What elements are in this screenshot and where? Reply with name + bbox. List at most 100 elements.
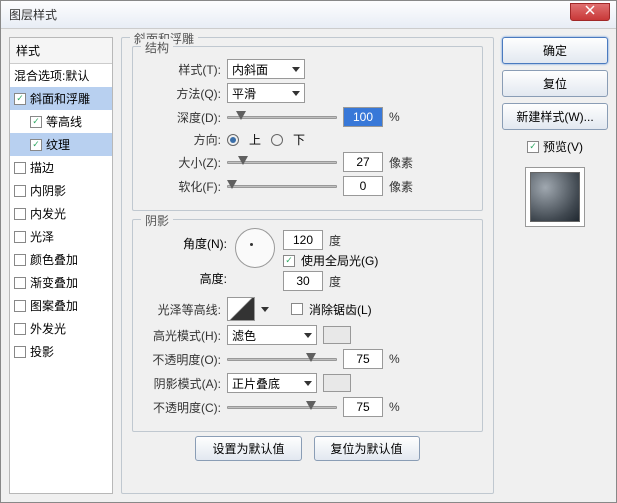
action-panel: 确定 复位 新建样式(W)... ✓ 预览(V): [502, 37, 608, 494]
highlight-opacity-slider[interactable]: [227, 350, 337, 368]
depth-slider[interactable]: [227, 108, 337, 126]
style-item-label: 投影: [30, 343, 54, 360]
highlight-opacity-input[interactable]: 75: [343, 349, 383, 369]
chevron-down-icon: [304, 381, 312, 386]
size-label: 大小(Z):: [143, 154, 221, 171]
styles-header: 样式: [10, 38, 112, 64]
depth-label: 深度(D):: [143, 109, 221, 126]
default-buttons-row: 设置为默认值 复位为默认值: [132, 436, 483, 461]
close-button[interactable]: [570, 3, 610, 21]
up-label: 上: [249, 131, 261, 148]
style-list-item[interactable]: 投影: [10, 340, 112, 363]
style-item-label: 渐变叠加: [30, 274, 78, 291]
style-list-item[interactable]: 光泽: [10, 225, 112, 248]
style-dropdown[interactable]: 内斜面: [227, 59, 305, 79]
style-checkbox[interactable]: [14, 323, 26, 335]
antialias-checkbox[interactable]: [291, 303, 303, 315]
angle-dial[interactable]: [235, 228, 275, 268]
style-checkbox[interactable]: [14, 346, 26, 358]
close-icon: [585, 5, 595, 15]
soften-slider[interactable]: [227, 177, 337, 195]
altitude-input[interactable]: 30: [283, 271, 323, 291]
style-item-label: 混合选项:默认: [14, 67, 89, 84]
settings-panel: 斜面和浮雕 结构 样式(T): 内斜面 方法(Q): 平滑 深度(D): 100: [121, 37, 494, 494]
style-checkbox[interactable]: [14, 162, 26, 174]
gloss-contour-label: 光泽等高线:: [143, 301, 221, 318]
style-list-item[interactable]: 渐变叠加: [10, 271, 112, 294]
soften-input[interactable]: 0: [343, 176, 383, 196]
style-checkbox[interactable]: ✓: [14, 93, 26, 105]
technique-dropdown[interactable]: 平滑: [227, 83, 305, 103]
size-slider[interactable]: [227, 153, 337, 171]
style-checkbox[interactable]: ✓: [30, 116, 42, 128]
direction-up-radio[interactable]: [227, 134, 239, 146]
style-list-item[interactable]: 外发光: [10, 317, 112, 340]
style-checkbox[interactable]: [14, 254, 26, 266]
new-style-button[interactable]: 新建样式(W)...: [502, 103, 608, 130]
highlight-mode-dropdown[interactable]: 滤色: [227, 325, 317, 345]
style-list-item[interactable]: ✓斜面和浮雕: [10, 87, 112, 110]
style-list-item[interactable]: 图案叠加: [10, 294, 112, 317]
angle-input[interactable]: 120: [283, 230, 323, 250]
style-item-label: 等高线: [46, 113, 82, 130]
styles-list-panel: 样式 混合选项:默认✓斜面和浮雕✓等高线✓纹理描边内阴影内发光光泽颜色叠加渐变叠…: [9, 37, 113, 494]
make-default-button[interactable]: 设置为默认值: [195, 436, 301, 461]
style-item-label: 外发光: [30, 320, 66, 337]
style-list-item[interactable]: 描边: [10, 156, 112, 179]
style-list-item[interactable]: 颜色叠加: [10, 248, 112, 271]
soften-unit: 像素: [389, 178, 415, 195]
style-item-label: 图案叠加: [30, 297, 78, 314]
reset-default-button[interactable]: 复位为默认值: [314, 436, 420, 461]
style-list-item[interactable]: 混合选项:默认: [10, 64, 112, 87]
style-list-item[interactable]: 内发光: [10, 202, 112, 225]
shading-group: 阴影 角度(N): 高度: 120 度: [132, 219, 483, 432]
style-checkbox[interactable]: [14, 300, 26, 312]
shadow-color-swatch[interactable]: [323, 374, 351, 392]
style-list-item[interactable]: ✓ 等高线: [10, 110, 112, 133]
shadow-opacity-input[interactable]: 75: [343, 397, 383, 417]
chevron-down-icon: [304, 333, 312, 338]
highlight-opacity-unit: %: [389, 352, 415, 366]
shadow-mode-dropdown[interactable]: 正片叠底: [227, 373, 317, 393]
preview-checkbox[interactable]: ✓: [527, 141, 539, 153]
shadow-opacity-label: 不透明度(C):: [143, 399, 221, 416]
style-checkbox[interactable]: [14, 277, 26, 289]
style-checkbox[interactable]: [14, 208, 26, 220]
cancel-button[interactable]: 复位: [502, 70, 608, 97]
style-list-item[interactable]: 内阴影: [10, 179, 112, 202]
global-light-checkbox[interactable]: ✓: [283, 255, 295, 267]
titlebar: 图层样式: [1, 1, 616, 29]
style-item-label: 描边: [30, 159, 54, 176]
style-checkbox[interactable]: [14, 185, 26, 197]
structure-group: 结构 样式(T): 内斜面 方法(Q): 平滑 深度(D): 100 %: [132, 46, 483, 211]
structure-title: 结构: [141, 39, 173, 56]
style-label: 样式(T):: [143, 61, 221, 78]
shadow-opacity-unit: %: [389, 400, 415, 414]
direction-down-radio[interactable]: [271, 134, 283, 146]
angle-unit: 度: [329, 232, 355, 249]
style-item-label: 内阴影: [30, 182, 66, 199]
preview-box: [525, 167, 585, 227]
preview-thumbnail: [530, 172, 580, 222]
technique-label: 方法(Q):: [143, 85, 221, 102]
size-input[interactable]: 27: [343, 152, 383, 172]
chevron-down-icon[interactable]: [261, 307, 269, 312]
highlight-color-swatch[interactable]: [323, 326, 351, 344]
style-item-label: 纹理: [46, 136, 70, 153]
style-checkbox[interactable]: ✓: [30, 139, 42, 151]
chevron-down-icon: [292, 91, 300, 96]
direction-label: 方向:: [143, 131, 221, 148]
depth-input[interactable]: 100: [343, 107, 383, 127]
style-list-item[interactable]: ✓ 纹理: [10, 133, 112, 156]
down-label: 下: [293, 131, 305, 148]
style-checkbox[interactable]: [14, 231, 26, 243]
ok-button[interactable]: 确定: [502, 37, 608, 64]
shadow-opacity-slider[interactable]: [227, 398, 337, 416]
angle-label: 角度(N):: [183, 235, 227, 252]
window-title: 图层样式: [9, 6, 57, 23]
gloss-contour-picker[interactable]: [227, 297, 255, 321]
style-item-label: 颜色叠加: [30, 251, 78, 268]
style-item-label: 光泽: [30, 228, 54, 245]
shadow-mode-label: 阴影模式(A):: [143, 375, 221, 392]
altitude-label: 高度:: [200, 270, 227, 287]
